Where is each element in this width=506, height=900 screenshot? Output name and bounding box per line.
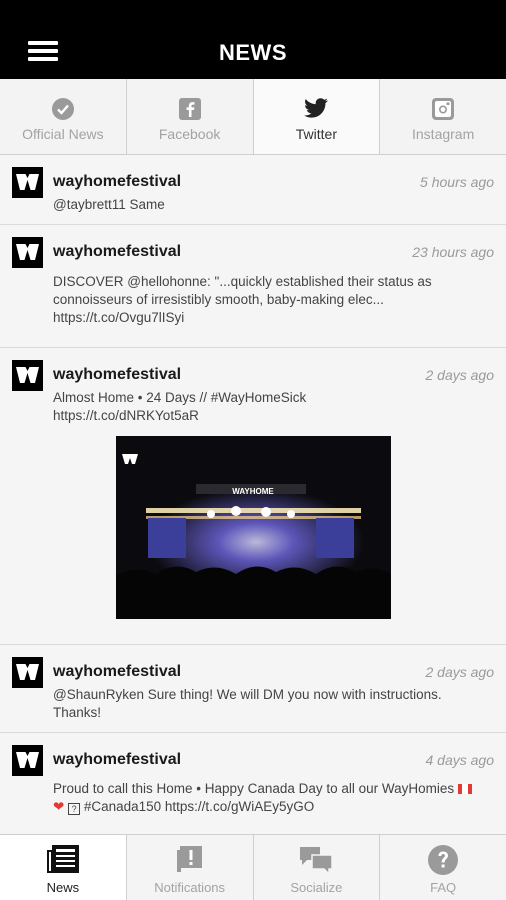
wayhome-logo-icon: [16, 244, 39, 260]
bottom-navigation: News Notifications Socialize FAQ: [0, 834, 506, 900]
list-item[interactable]: wayhomefestival 4 days ago Proud to call…: [0, 733, 506, 834]
tweet-text-end: #Canada150 https://t.co/gWiAEy5yGO: [83, 799, 315, 814]
tweet-text: Almost Home • 24 Days // #WayHomeSick ht…: [53, 390, 307, 423]
tab-label: Instagram: [412, 126, 475, 142]
nav-label: News: [46, 880, 80, 895]
avatar: [12, 745, 43, 776]
nav-news[interactable]: News: [0, 835, 127, 900]
username[interactable]: wayhomefestival: [53, 243, 181, 261]
twitter-icon: [304, 98, 329, 118]
tweet-text: DISCOVER @hellohonne: "...quickly establ…: [53, 274, 432, 325]
heart-icon: ❤: [53, 799, 65, 814]
check-circle-icon: [51, 98, 74, 120]
help-icon: [428, 845, 459, 875]
page-title: NEWS: [219, 40, 287, 65]
facebook-icon: [178, 98, 201, 120]
tweet-text: Proud to call this Home • Happy Canada D…: [53, 780, 483, 816]
nav-socialize[interactable]: Socialize: [254, 835, 381, 900]
chat-icon: [300, 847, 334, 876]
username[interactable]: wayhomefestival: [53, 751, 181, 769]
app-header: NEWS: [0, 0, 506, 79]
nav-faq[interactable]: FAQ: [380, 835, 506, 900]
tweet-feed[interactable]: wayhomefestival 5 hours ago @taybrett11 …: [0, 155, 506, 834]
avatar: [12, 657, 43, 688]
timestamp: 5 hours ago: [420, 174, 494, 190]
tab-official-news[interactable]: Official News: [0, 79, 127, 154]
unknown-glyph-icon: ?: [68, 803, 81, 815]
tab-label: Twitter: [295, 126, 337, 142]
timestamp: 2 days ago: [425, 664, 495, 680]
tweet-text: @ShaunRyken Sure thing! We will DM you n…: [53, 687, 442, 720]
list-item[interactable]: wayhomefestival 2 days ago Almost Home •…: [0, 348, 506, 645]
username[interactable]: wayhomefestival: [53, 663, 181, 681]
instagram-icon: [432, 98, 455, 120]
wayhome-logo-icon: [16, 367, 39, 383]
avatar: [12, 360, 43, 391]
username[interactable]: wayhomefestival: [53, 173, 181, 191]
nav-notifications[interactable]: Notifications: [127, 835, 254, 900]
list-item[interactable]: wayhomefestival 23 hours ago DISCOVER @h…: [0, 225, 506, 348]
tweet-image[interactable]: WAYHOME: [116, 436, 391, 619]
tab-instagram[interactable]: Instagram: [380, 79, 506, 154]
tweet-text-start: Proud to call this Home • Happy Canada D…: [53, 781, 455, 796]
concert-photo: WAYHOME: [116, 436, 391, 619]
tab-facebook[interactable]: Facebook: [127, 79, 254, 154]
timestamp: 4 days ago: [425, 752, 495, 768]
wayhome-logo-icon: [16, 664, 39, 680]
tab-label: Official News: [22, 126, 104, 142]
nav-label: Socialize: [290, 880, 343, 895]
tab-twitter[interactable]: Twitter: [253, 79, 381, 154]
wayhome-logo-icon: [16, 752, 39, 768]
nav-label: FAQ: [430, 880, 457, 895]
tab-label: Facebook: [158, 126, 221, 142]
username[interactable]: wayhomefestival: [53, 366, 181, 384]
list-item[interactable]: wayhomefestival 5 hours ago @taybrett11 …: [0, 155, 506, 225]
avatar: [12, 167, 43, 198]
newspaper-icon: [46, 845, 79, 873]
canada-flag-icon: [457, 784, 472, 794]
timestamp: 23 hours ago: [412, 244, 494, 260]
tweet-text: @taybrett11 Same: [53, 197, 165, 212]
wayhome-logo-icon: [16, 174, 39, 190]
avatar: [12, 237, 43, 268]
list-item[interactable]: wayhomefestival 2 days ago @ShaunRyken S…: [0, 645, 506, 733]
alert-icon: [176, 846, 202, 872]
nav-label: Notifications: [154, 880, 226, 895]
source-tabs: Official News Facebook Twitter Instagram: [0, 79, 506, 155]
image-caption: WAYHOME: [232, 487, 274, 496]
timestamp: 2 days ago: [425, 367, 495, 383]
